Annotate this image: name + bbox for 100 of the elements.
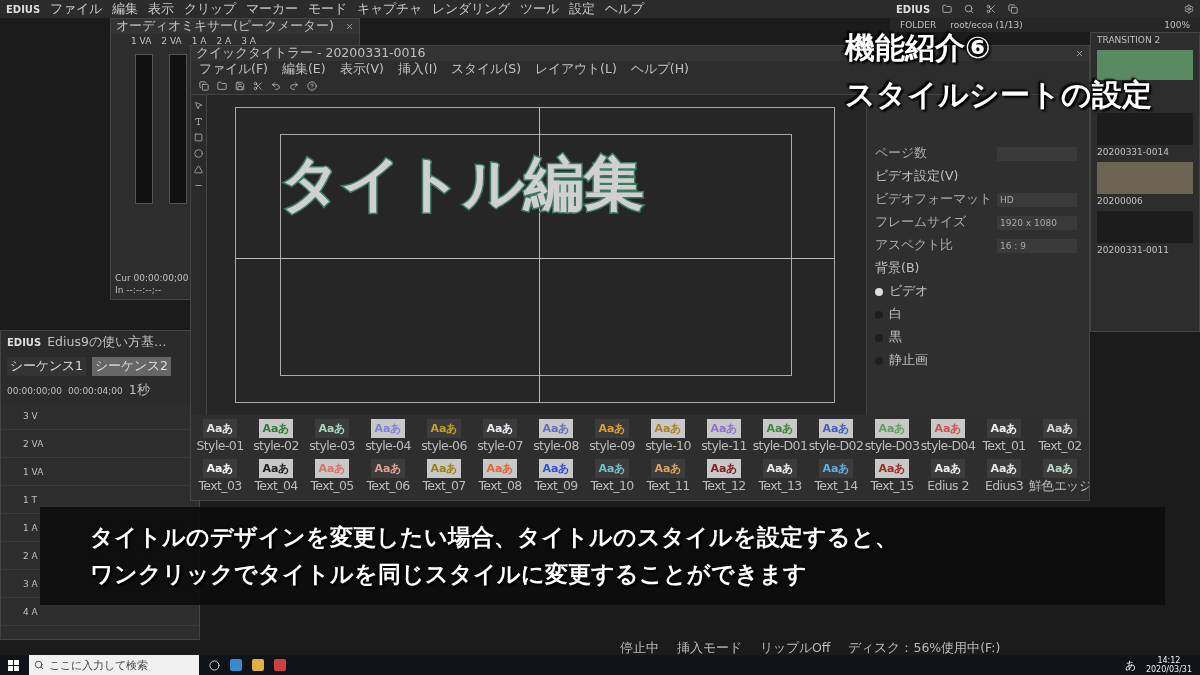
- style-thumbnail[interactable]: Aaあ: [707, 459, 741, 478]
- style-thumbnail[interactable]: Aaあ: [819, 459, 853, 478]
- channel-label: 1 VA: [131, 36, 152, 46]
- timecode: 00:00:00;00: [7, 385, 62, 396]
- search-icon[interactable]: [964, 4, 975, 14]
- sequence-tab[interactable]: シーケンス2: [91, 357, 171, 376]
- style-thumbnail[interactable]: Aaあ: [371, 459, 405, 478]
- style-label: style-04: [365, 439, 411, 453]
- style-thumbnail[interactable]: Aaあ: [651, 459, 685, 478]
- section-heading[interactable]: ビデオ設定(V): [875, 168, 1081, 185]
- style-thumbnail[interactable]: Aaあ: [203, 419, 237, 438]
- style-thumbnail[interactable]: Aaあ: [595, 459, 629, 478]
- style-label: Text_11: [646, 479, 690, 493]
- rectangle-icon[interactable]: [194, 133, 203, 142]
- app-logo: EDIUS: [896, 3, 931, 15]
- headline-text: スタイルシートの設定: [845, 76, 1152, 114]
- style-thumbnail[interactable]: Aaあ: [203, 459, 237, 478]
- close-icon[interactable]: [345, 22, 354, 31]
- style-label: Text_13: [758, 479, 802, 493]
- style-thumbnail[interactable]: Aaあ: [427, 419, 461, 438]
- menu-item[interactable]: クリップ: [184, 0, 237, 18]
- clock-date[interactable]: 2020/03/31: [1145, 665, 1192, 674]
- style-label: Text_01: [982, 439, 1026, 453]
- menu-item[interactable]: ツール: [520, 0, 560, 18]
- scissors-icon[interactable]: [986, 4, 997, 14]
- dropdown[interactable]: HD: [997, 192, 1077, 207]
- style-thumbnail[interactable]: Aaあ: [539, 459, 573, 478]
- search-field[interactable]: ここに入力して検索: [29, 655, 199, 675]
- menu-item[interactable]: レンダリング: [432, 0, 511, 18]
- section-heading[interactable]: 背景(B): [875, 260, 1081, 277]
- style-label: Text_06: [366, 479, 410, 493]
- style-thumbnail[interactable]: Aaあ: [595, 419, 629, 438]
- text-icon[interactable]: [194, 117, 203, 126]
- track-label: 4 A: [23, 606, 38, 617]
- menu-item[interactable]: レイアウト(L): [535, 60, 617, 78]
- circle-icon[interactable]: [209, 659, 220, 671]
- style-thumbnail[interactable]: Aaあ: [763, 459, 797, 478]
- app-icon[interactable]: [274, 659, 286, 671]
- menu-item[interactable]: マーカー: [246, 0, 299, 18]
- settings-icon[interactable]: [1184, 4, 1194, 14]
- ime-indicator[interactable]: あ: [1124, 657, 1136, 673]
- save-icon[interactable]: [235, 80, 245, 91]
- close-icon[interactable]: [1075, 49, 1084, 58]
- clip-name[interactable]: 20200331-0011: [1097, 245, 1169, 255]
- dropdown[interactable]: 1920 x 1080: [997, 215, 1077, 230]
- style-label: style-D04: [920, 439, 976, 453]
- menu-item[interactable]: 表示: [148, 0, 175, 18]
- radio-button[interactable]: [875, 287, 883, 296]
- menu-item[interactable]: キャプチャ: [357, 0, 423, 18]
- undo-icon[interactable]: [271, 80, 281, 91]
- copy-icon[interactable]: [1008, 4, 1019, 14]
- copy-icon[interactable]: [199, 80, 209, 91]
- style-thumbnail[interactable]: Aaあ: [987, 459, 1021, 478]
- track-label: 2 A: [23, 550, 38, 561]
- scissors-icon[interactable]: [253, 80, 263, 91]
- channel-label: 3 A: [241, 36, 256, 46]
- menu-item[interactable]: ファイル(F): [199, 60, 268, 78]
- clock-time[interactable]: 14:12: [1157, 656, 1181, 665]
- folder-label: FOLDER: [900, 20, 937, 30]
- ellipse-icon[interactable]: [194, 149, 203, 158]
- menu-item[interactable]: ヘルプ: [605, 0, 645, 18]
- timecode: 00:00:04;00: [67, 385, 123, 396]
- menu-item[interactable]: 編集(E): [281, 60, 326, 78]
- menu-item[interactable]: モード: [308, 0, 348, 18]
- style-label: Text_07: [422, 479, 466, 493]
- menu-item[interactable]: 編集: [112, 0, 139, 18]
- menu-item[interactable]: 挿入(I): [397, 60, 438, 78]
- menu-item[interactable]: ヘルプ(H): [630, 60, 689, 78]
- style-thumbnail[interactable]: Aaあ: [1043, 459, 1077, 478]
- triangle-icon[interactable]: [194, 165, 203, 174]
- menu-item[interactable]: スタイル(S): [451, 60, 522, 78]
- window-title: クイックタイトラー - 20200331-0016: [196, 46, 426, 62]
- style-thumbnail[interactable]: Aaあ: [259, 459, 293, 478]
- style-thumbnail[interactable]: Aaあ: [483, 419, 517, 438]
- app-icon[interactable]: [230, 659, 242, 671]
- pointer-icon[interactable]: [194, 101, 203, 110]
- menu-item[interactable]: 表示(V): [339, 60, 384, 78]
- clip-name[interactable]: 20200006: [1097, 196, 1143, 206]
- help-icon[interactable]: [307, 80, 317, 91]
- subtitle-text: タイトルのデザインを変更したい場合、タイトルのスタイルを設定すると、: [90, 523, 899, 552]
- app-logo: EDIUS: [7, 337, 42, 348]
- style-label: style-10: [645, 439, 691, 453]
- style-thumbnail[interactable]: Aaあ: [875, 459, 909, 478]
- field-label: ビデオフォーマット: [875, 191, 991, 208]
- sequence-tab[interactable]: シーケンス1: [7, 357, 86, 376]
- dropdown[interactable]: 16 : 9: [997, 238, 1077, 253]
- menu-item[interactable]: 設定: [569, 0, 596, 18]
- menu-item[interactable]: ファイル: [50, 0, 103, 18]
- style-thumbnail[interactable]: Aaあ: [931, 459, 965, 478]
- radio-label: 白: [889, 306, 902, 323]
- redo-icon[interactable]: [289, 80, 299, 91]
- clip-name[interactable]: TRANSITION 2: [1097, 35, 1161, 45]
- windows-logo-icon[interactable]: [8, 659, 19, 671]
- style-thumbnail[interactable]: Aaあ: [315, 419, 349, 438]
- style-label: style-03: [309, 439, 355, 453]
- track-label: 3 A: [23, 578, 38, 589]
- style-thumbnail[interactable]: Aaあ: [1043, 419, 1077, 438]
- clip-name[interactable]: 20200331-0014: [1097, 147, 1169, 157]
- style-thumbnail[interactable]: Aaあ: [819, 419, 853, 438]
- style-thumbnail[interactable]: Aaあ: [987, 419, 1021, 438]
